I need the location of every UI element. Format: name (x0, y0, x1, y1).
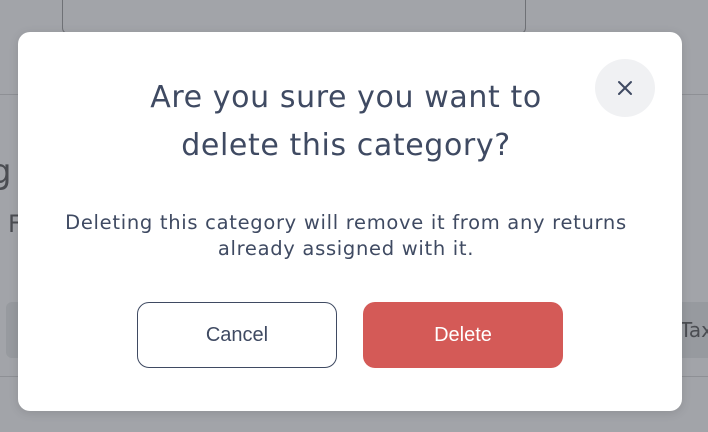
dialog-title-line-1: Are you sure you want to (150, 80, 542, 115)
dialog-message-line-1: Deleting this category will remove it fr… (65, 211, 627, 234)
background-field-label: Tax (680, 318, 708, 342)
background-input (62, 0, 526, 34)
dialog-message: Deleting this category will remove it fr… (18, 210, 674, 262)
dialog-message-line-2: already assigned with it. (217, 237, 475, 260)
delete-button[interactable]: Delete (363, 302, 563, 368)
cancel-button[interactable]: Cancel (137, 302, 337, 368)
dialog-title-line-2: delete this category? (181, 128, 511, 163)
delete-category-dialog: Are you sure you want to delete this cat… (18, 32, 682, 411)
dialog-title: Are you sure you want to delete this cat… (18, 74, 674, 170)
background-heading-fragment: g (0, 152, 12, 192)
